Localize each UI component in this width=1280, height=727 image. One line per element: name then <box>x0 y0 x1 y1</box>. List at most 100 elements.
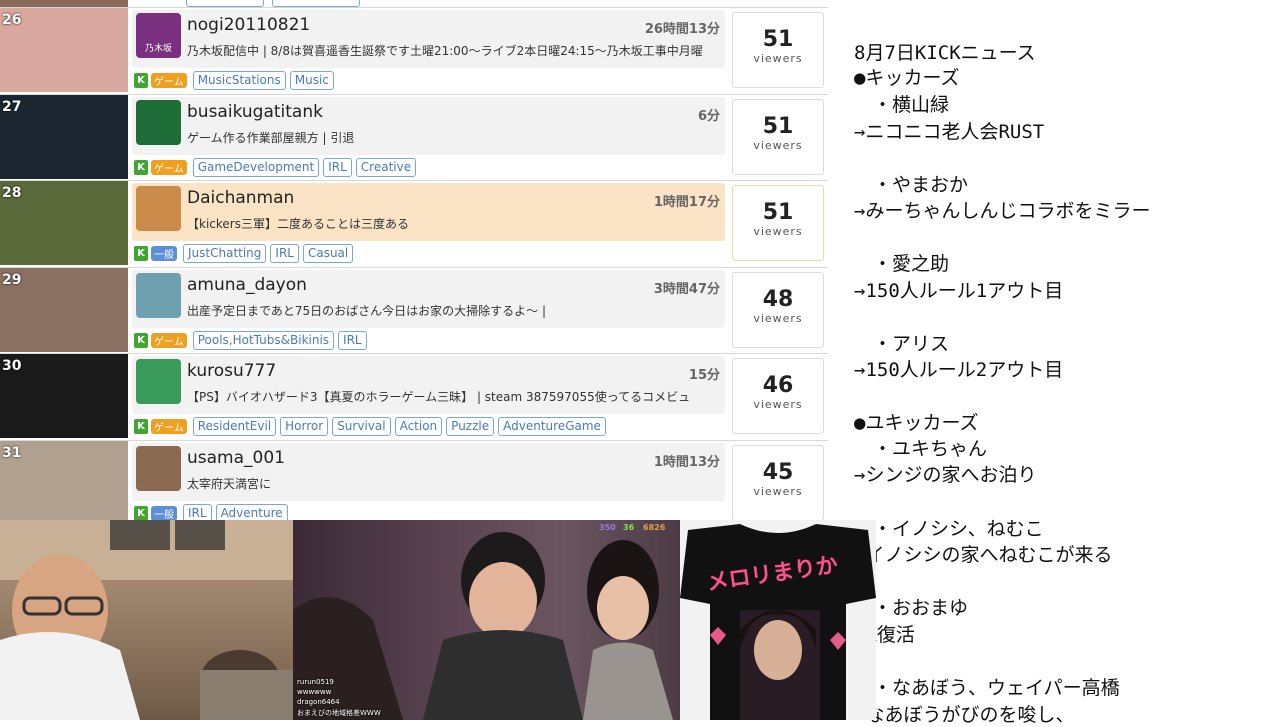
viewer-count-box: 51 viewers <box>732 12 824 88</box>
stream-row[interactable]: 26 乃木坂 nogi20110821 26時間13分乃木坂配信中 | 8/8は賀喜遥… <box>0 8 828 95</box>
streamer-avatar[interactable] <box>136 99 181 145</box>
stream-info-card[interactable]: kurosu777 15分 【PS】バイオハザード3【真夏のホラーゲーム三昧】 | … <box>132 356 725 414</box>
note-line: →ニコニコ老人会RUST <box>854 121 1045 143</box>
stream-duration: 1時間17分 <box>653 195 720 210</box>
note-line: ・ユキちゃん <box>854 438 988 460</box>
webcam-feed-1 <box>0 520 293 720</box>
stream-title: ゲーム作る作業部屋親方 | 引退 <box>187 130 355 145</box>
badge-bar: K ゲーム Pools,HotTubs&Bikinis IRL <box>134 330 367 350</box>
stream-tag[interactable]: IRL <box>183 503 212 520</box>
streamer-name[interactable]: usama_001 <box>187 448 285 468</box>
stream-row[interactable]: 31 usama_001 1時間13分 太宰府天満宮に K 一般 IRL Adventure 4… <box>0 440 828 520</box>
stream-title: 乃木坂配信中 | 8/8は賀喜遥香生誕祭です土曜21:00〜ライブ2本日曜24:… <box>187 44 703 58</box>
rank-number: 27 <box>2 98 22 115</box>
stream-info-card[interactable]: busaikugatitank 6分ゲーム作る作業部屋親方 | 引退 <box>132 96 725 155</box>
stream-thumbnail[interactable]: 28 <box>0 181 128 265</box>
viewers-label: viewers <box>753 398 803 411</box>
badge-bar: K ゲーム ResidentEvil Horror Survival Action Puzz… <box>134 417 606 436</box>
category-badge[interactable]: ゲーム <box>151 332 187 348</box>
streamer-avatar[interactable] <box>136 186 181 231</box>
rank-number: 29 <box>2 271 22 288</box>
kick-logo-icon: K <box>134 159 148 175</box>
category-badge[interactable]: ゲーム <box>151 159 187 175</box>
stream-title: 出産予定日まであと75日のおばさん今日はお家の大掃除するよ〜 | <box>187 303 547 318</box>
stream-tag[interactable]: IRL <box>270 244 299 263</box>
chat-line: rurun0519 <box>297 678 334 686</box>
stream-tag[interactable]: Adventure <box>215 503 288 520</box>
stream-tag[interactable]: JustChatting <box>183 244 267 263</box>
previous-tag[interactable] <box>186 0 264 7</box>
stream-tag[interactable]: Casual <box>302 244 354 263</box>
category-badge[interactable]: 一般 <box>151 246 177 261</box>
viewers-label: viewers <box>753 311 803 325</box>
stream-thumbnail[interactable]: 31 <box>0 440 128 520</box>
stream-title: 【kickers三軍】二度あることは三度ある <box>187 217 409 231</box>
stream-duration: 1時間13分 <box>653 454 720 470</box>
webcam-1-image <box>0 520 293 720</box>
stream-row[interactable]: 28 Daichanman 1時間17分【kickers三軍】二度あることは三度ある… <box>0 181 828 268</box>
tshirt-image <box>680 520 876 720</box>
chat-line: dragon6464 <box>297 698 340 706</box>
stream-tag[interactable]: Creative <box>355 157 417 177</box>
stream-thumbnail[interactable]: 29 <box>0 267 128 352</box>
streamer-avatar[interactable]: 乃木坂 <box>136 13 181 58</box>
note-line: →みーちゃんしんじコラボをミラー <box>854 200 1151 222</box>
stream-tag[interactable]: Action <box>394 417 443 436</box>
webcam-feed-2: 350 36 6826 rurun0519 wwwwww dragon6464 おまえびの… <box>293 520 680 720</box>
stream-title: 太宰府天満宮に <box>187 476 272 491</box>
stream-tag[interactable]: Puzzle <box>446 417 495 436</box>
streamer-avatar[interactable] <box>136 359 181 404</box>
streamer-name[interactable]: Daichanman <box>187 188 294 208</box>
note-line: →なあぼうがびのを唆し、 <box>854 704 1075 726</box>
stream-row[interactable]: 29 amuna_dayon 3時間47分 出産予定日まであと75日のおばさん今日はお… <box>0 267 828 354</box>
viewer-count-box: 48 viewers <box>732 271 824 348</box>
streamer-name[interactable]: amuna_dayon <box>187 275 307 295</box>
category-badge[interactable]: ゲーム <box>151 419 187 434</box>
streamer-name[interactable]: kurosu777 <box>187 361 276 381</box>
stream-thumbnail[interactable]: 26 <box>0 8 128 92</box>
tag-list: MusicStations Music <box>192 71 334 90</box>
streamer-avatar[interactable] <box>136 272 181 318</box>
stream-thumbnail[interactable]: 30 <box>0 354 128 438</box>
stream-tag[interactable]: Music <box>289 71 334 90</box>
stream-tag[interactable]: IRL <box>323 157 352 177</box>
stream-tag[interactable]: Survival <box>332 417 391 436</box>
category-badge[interactable]: ゲーム <box>151 73 187 88</box>
webcam-feed-3: メロリまりか <box>680 520 876 720</box>
webcam-2-image <box>293 532 673 720</box>
stream-row[interactable]: 27 busaikugatitank 6分ゲーム作る作業部屋親方 | 引退 K ゲーム G… <box>0 94 828 181</box>
stream-tag[interactable]: AdventureGame <box>498 417 606 436</box>
stream-tag[interactable]: Pools,HotTubs&Bikinis <box>192 330 335 350</box>
stream-tag[interactable]: MusicStations <box>192 71 286 90</box>
viewer-count: 51 <box>762 113 794 139</box>
stream-tag[interactable]: IRL <box>338 330 367 350</box>
streamer-name[interactable]: nogi20110821 <box>187 15 310 35</box>
stream-duration: 26時間13分 <box>644 22 720 37</box>
stream-row[interactable]: 30 kurosu777 15分 【PS】バイオハザード3【真夏のホラーゲーム三昧】 … <box>0 354 828 441</box>
stream-thumbnail[interactable]: 27 <box>0 94 128 179</box>
note-line: ●キッカーズ <box>854 67 960 89</box>
tag-list: GameDevelopment IRL Creative <box>192 157 417 177</box>
badge-bar: K 一般 IRL Adventure <box>134 503 288 520</box>
previous-tag[interactable] <box>272 0 360 7</box>
stream-tag[interactable]: GameDevelopment <box>192 157 320 177</box>
streamer-avatar[interactable] <box>136 445 181 491</box>
stream-info-card[interactable]: amuna_dayon 3時間47分 出産予定日まであと75日のおばさん今日はお家の… <box>132 269 725 328</box>
rank-number: 28 <box>2 185 22 201</box>
stream-title: 【PS】バイオハザード3【真夏のホラーゲーム三昧】 | steam 387597… <box>187 390 691 404</box>
note-line: ・やまおか <box>854 174 969 196</box>
kick-logo-icon: K <box>134 505 148 520</box>
stream-duration: 6分 <box>697 108 720 124</box>
previous-thumbnail <box>0 0 128 7</box>
category-badge[interactable]: 一般 <box>151 505 177 520</box>
badge-bar: K 一般 JustChatting IRL Casual <box>134 244 354 263</box>
stream-tag[interactable]: Horror <box>280 417 329 436</box>
stream-stat-value: 36 <box>623 523 635 532</box>
stream-info-card[interactable]: 乃木坂 nogi20110821 26時間13分乃木坂配信中 | 8/8は賀喜遥香生… <box>132 10 725 68</box>
stream-info-card[interactable]: Daichanman 1時間17分【kickers三軍】二度あることは三度ある <box>132 183 725 241</box>
viewers-label: viewers <box>753 484 803 498</box>
streamer-name[interactable]: busaikugatitank <box>187 102 323 122</box>
rank-number: 26 <box>2 12 22 28</box>
stream-info-card[interactable]: usama_001 1時間13分太宰府天満宮に <box>132 442 725 501</box>
stream-tag[interactable]: ResidentEvil <box>192 417 277 436</box>
